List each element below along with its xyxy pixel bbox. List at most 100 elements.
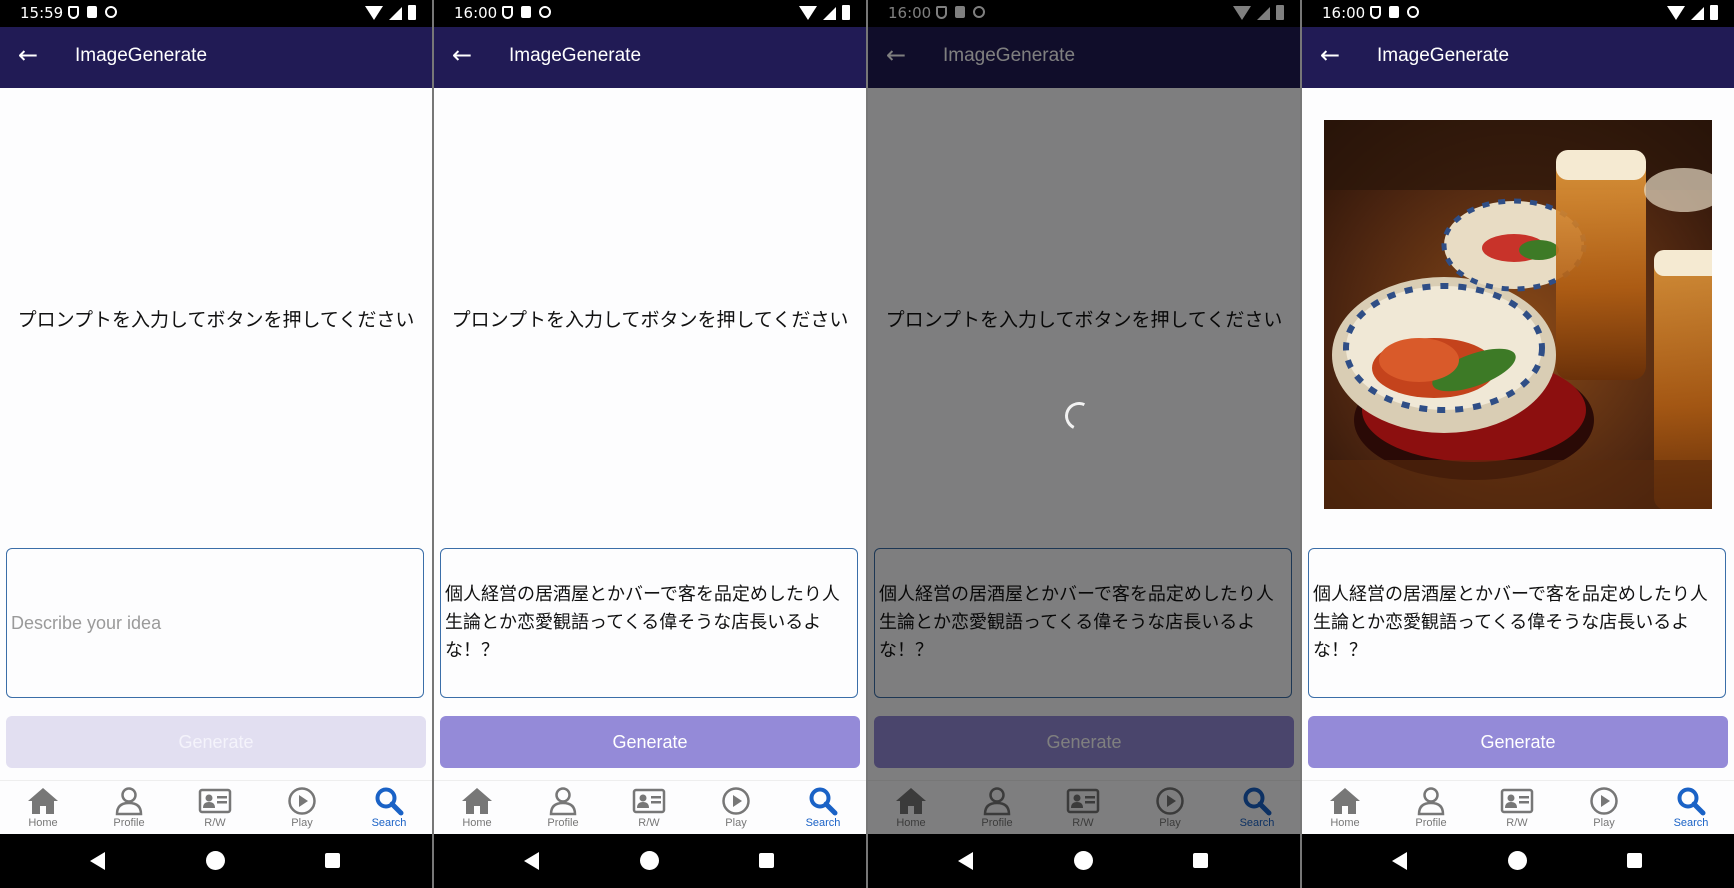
page-title: ImageGenerate xyxy=(509,45,642,66)
id-card-icon xyxy=(606,785,692,817)
system-back-icon[interactable] xyxy=(1392,852,1407,870)
search-icon xyxy=(1648,785,1734,817)
status-bar: 16:00 xyxy=(434,0,866,27)
bottom-nav: Home Profile R/W Play Search xyxy=(0,780,432,835)
generate-button[interactable]: Generate xyxy=(440,716,860,768)
sd-card-icon xyxy=(87,6,97,18)
nav-item-label: Home xyxy=(1330,817,1360,829)
nav-item-search[interactable]: Search xyxy=(780,785,866,829)
status-time: 15:59 xyxy=(20,4,64,22)
cell-signal-icon xyxy=(389,7,402,20)
nav-item-rw[interactable]: R/W xyxy=(606,785,692,829)
system-nav-bar xyxy=(434,834,866,888)
nav-item-label: Home xyxy=(28,817,58,829)
generated-image xyxy=(1324,120,1712,509)
play-icon xyxy=(259,785,345,817)
back-arrow-icon[interactable]: ← xyxy=(452,41,472,69)
search-icon xyxy=(780,785,866,817)
nav-item-search[interactable]: Search xyxy=(1648,785,1734,829)
app-bar: ← ImageGenerate xyxy=(0,27,432,88)
system-home-icon[interactable] xyxy=(206,851,225,870)
screen-3: 16:00 ← ImageGenerate プロンプトを入力してボタンを押してく… xyxy=(868,0,1300,888)
prompt-input[interactable]: 個人経営の居酒屋とかバーで客を品定めしたり人生論とか恋愛観語ってくる偉そうな店長… xyxy=(440,548,858,698)
prompt-input[interactable]: Describe your idea xyxy=(6,548,424,698)
wifi-icon xyxy=(799,6,817,20)
nav-item-rw[interactable]: R/W xyxy=(172,785,258,829)
status-time: 16:00 xyxy=(454,4,498,22)
system-nav-bar xyxy=(0,834,432,888)
system-recents-icon[interactable] xyxy=(1627,853,1642,868)
play-icon xyxy=(1561,785,1647,817)
id-card-icon xyxy=(1474,785,1560,817)
system-back-icon[interactable] xyxy=(524,852,539,870)
nav-item-label: Profile xyxy=(113,817,145,829)
cell-signal-icon xyxy=(823,7,836,20)
battery-icon xyxy=(1710,5,1718,20)
nav-item-label: Profile xyxy=(547,817,579,829)
instruction-message: プロンプトを入力してボタンを押してください xyxy=(17,309,415,331)
search-icon xyxy=(346,785,432,817)
system-recents-icon[interactable] xyxy=(759,853,774,868)
nav-item-home[interactable]: Home xyxy=(0,785,86,829)
profile-icon xyxy=(520,785,606,817)
back-arrow-icon[interactable]: ← xyxy=(1320,41,1340,69)
divider xyxy=(1300,0,1302,888)
system-back-icon[interactable] xyxy=(958,852,973,870)
nav-item-label: R/W xyxy=(638,817,660,829)
nav-item-play[interactable]: Play xyxy=(259,785,345,829)
system-home-icon[interactable] xyxy=(1508,851,1527,870)
divider xyxy=(432,0,434,888)
system-home-icon[interactable] xyxy=(1074,851,1093,870)
vpn-shield-icon xyxy=(1370,6,1381,19)
vpn-shield-icon xyxy=(68,6,79,19)
nav-item-rw[interactable]: R/W xyxy=(1474,785,1560,829)
generate-button[interactable]: Generate xyxy=(6,716,426,768)
system-recents-icon[interactable] xyxy=(325,853,340,868)
nav-item-play[interactable]: Play xyxy=(1561,785,1647,829)
nav-item-profile[interactable]: Profile xyxy=(1388,785,1474,829)
status-bar: 15:59 xyxy=(0,0,432,27)
play-icon xyxy=(693,785,779,817)
nav-item-profile[interactable]: Profile xyxy=(520,785,606,829)
divider xyxy=(866,0,868,888)
cell-signal-icon xyxy=(1691,7,1704,20)
sync-icon xyxy=(105,6,117,18)
bottom-nav: Home Profile R/W Play Search xyxy=(1302,780,1734,835)
home-icon xyxy=(1302,785,1388,817)
screen-4: 16:00 ← ImageGenerate 個人経営の居酒屋とかバーで客を品定め… xyxy=(1302,0,1734,888)
vpn-shield-icon xyxy=(502,6,513,19)
bottom-nav: Home Profile R/W Play Search xyxy=(434,780,866,835)
nav-item-label: Profile xyxy=(1415,817,1447,829)
nav-item-play[interactable]: Play xyxy=(693,785,779,829)
app-bar: ← ImageGenerate xyxy=(434,27,866,88)
status-bar: 16:00 xyxy=(1302,0,1734,27)
nav-item-label: Play xyxy=(1593,817,1615,829)
profile-icon xyxy=(86,785,172,817)
system-home-icon[interactable] xyxy=(640,851,659,870)
id-card-icon xyxy=(172,785,258,817)
nav-item-home[interactable]: Home xyxy=(434,785,520,829)
home-icon xyxy=(0,785,86,817)
nav-item-profile[interactable]: Profile xyxy=(86,785,172,829)
instruction-message: プロンプトを入力してボタンを押してください xyxy=(451,309,849,331)
system-back-icon[interactable] xyxy=(90,852,105,870)
nav-item-label: R/W xyxy=(204,817,226,829)
nav-item-label: Search xyxy=(805,817,841,829)
prompt-input[interactable]: 個人経営の居酒屋とかバーで客を品定めしたり人生論とか恋愛観語ってくる偉そうな店長… xyxy=(1308,548,1726,698)
page-title: ImageGenerate xyxy=(75,45,208,66)
sd-card-icon xyxy=(521,6,531,18)
profile-icon xyxy=(1388,785,1474,817)
system-recents-icon[interactable] xyxy=(1193,853,1208,868)
wifi-icon xyxy=(365,6,383,20)
battery-icon xyxy=(842,5,850,20)
page-title: ImageGenerate xyxy=(1377,45,1510,66)
nav-item-home[interactable]: Home xyxy=(1302,785,1388,829)
sync-icon xyxy=(1407,6,1419,18)
nav-item-label: Home xyxy=(462,817,492,829)
back-arrow-icon[interactable]: ← xyxy=(18,41,38,69)
generate-button[interactable]: Generate xyxy=(1308,716,1728,768)
wifi-icon xyxy=(1667,6,1685,20)
nav-item-search[interactable]: Search xyxy=(346,785,432,829)
app-bar: ← ImageGenerate xyxy=(1302,27,1734,88)
sd-card-icon xyxy=(1389,6,1399,18)
